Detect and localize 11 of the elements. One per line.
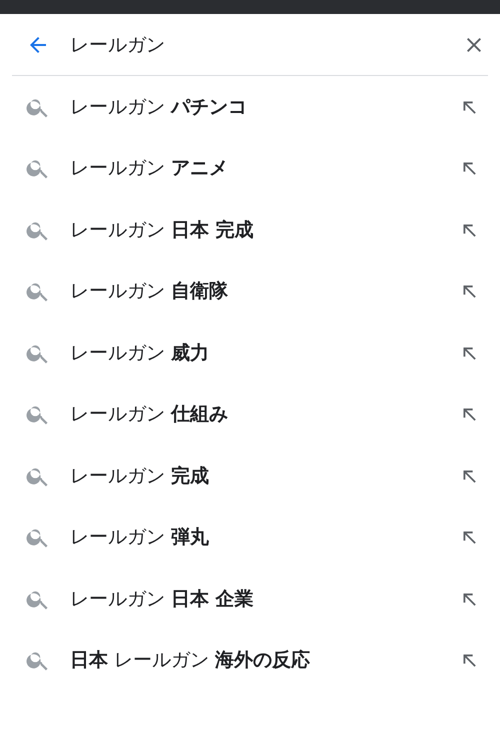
suggestion-text[interactable]: レールガン 自衛隊 <box>70 278 458 304</box>
suggestion-text[interactable]: レールガン 仕組み <box>70 401 458 428</box>
suggestion-text[interactable]: レールガン 威力 <box>70 340 458 366</box>
search-field[interactable]: レールガン <box>70 34 462 56</box>
suggestion-text[interactable]: 日本 レールガン 海外の反応 <box>70 647 458 674</box>
suggestion-text[interactable]: レールガン 弾丸 <box>70 524 458 550</box>
suggestion-text[interactable]: レールガン 完成 <box>70 462 458 489</box>
suggestion-text[interactable]: レールガン 日本 完成 <box>70 216 458 243</box>
suggestion-text[interactable]: レールガン アニメ <box>70 155 458 182</box>
suggestion-text[interactable]: レールガン パチンコ <box>70 94 458 120</box>
suggestion-text[interactable]: レールガン 日本 企業 <box>70 586 458 612</box>
